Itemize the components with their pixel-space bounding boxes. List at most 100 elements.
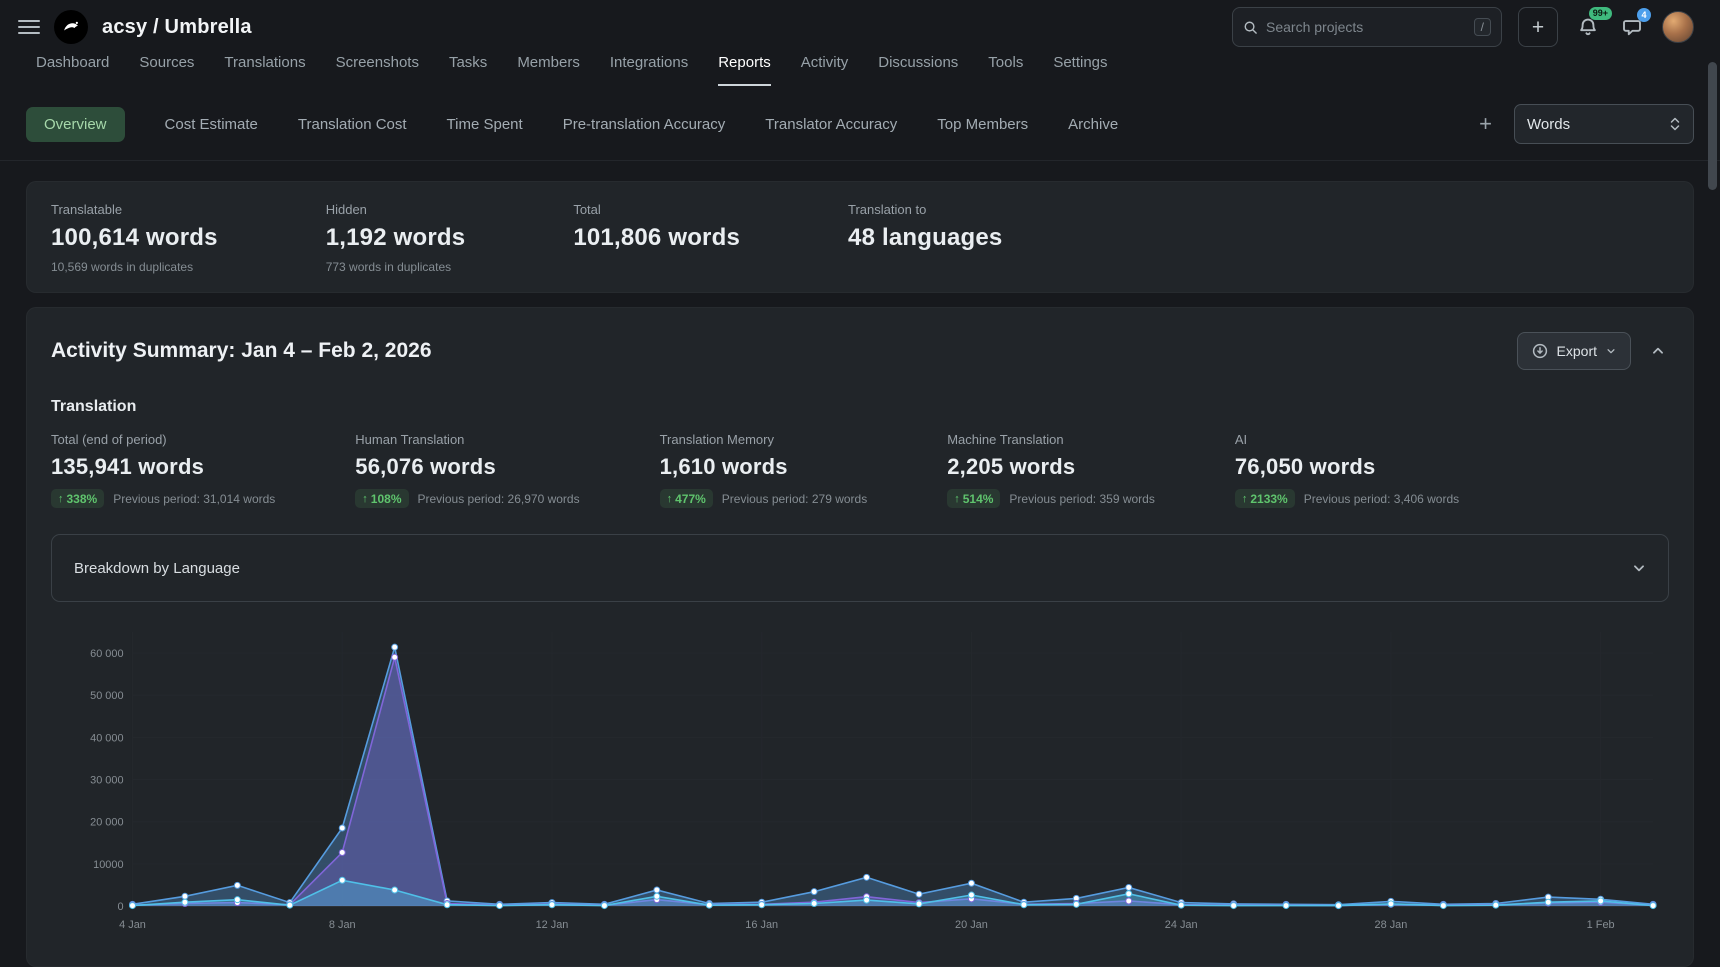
- breakdown-label: Breakdown by Language: [74, 560, 240, 577]
- previous-period-text: Previous period: 31,014 words: [113, 492, 275, 506]
- stat-label: Human Translation: [355, 432, 579, 447]
- svg-text:20 000: 20 000: [90, 817, 123, 829]
- subtab-archive[interactable]: Archive: [1068, 116, 1118, 133]
- tab-integrations[interactable]: Integrations: [610, 54, 688, 86]
- subtab-cost-estimate[interactable]: Cost Estimate: [165, 116, 258, 133]
- header-actions: / + 99+ 4: [1232, 7, 1694, 47]
- svg-text:20 Jan: 20 Jan: [955, 919, 988, 931]
- svg-text:16 Jan: 16 Jan: [745, 919, 778, 931]
- stat-value: 48 languages: [848, 224, 1002, 252]
- main-nav: Dashboard Sources Translations Screensho…: [0, 54, 1720, 94]
- scrollbar-thumb[interactable]: [1708, 62, 1717, 190]
- tab-activity[interactable]: Activity: [801, 54, 849, 86]
- svg-text:1 Feb: 1 Feb: [1587, 919, 1615, 931]
- user-avatar[interactable]: [1662, 11, 1694, 43]
- previous-period-text: Previous period: 359 words: [1009, 492, 1154, 506]
- export-button-label: Export: [1557, 343, 1597, 359]
- export-button[interactable]: Export: [1517, 332, 1631, 370]
- chevron-down-icon[interactable]: [1632, 561, 1646, 575]
- arrow-up-icon: ↑: [58, 493, 64, 505]
- activity-summary-card: Activity Summary: Jan 4 – Feb 2, 2026 Ex…: [26, 307, 1694, 967]
- subtab-overview[interactable]: Overview: [26, 107, 125, 142]
- hamburger-menu-icon[interactable]: [18, 16, 40, 38]
- stat-label: Translation to: [848, 202, 1002, 217]
- tab-settings[interactable]: Settings: [1053, 54, 1107, 86]
- notifications-count-badge: 99+: [1589, 7, 1612, 20]
- tab-discussions[interactable]: Discussions: [878, 54, 958, 86]
- stat-value: 135,941 words: [51, 454, 275, 480]
- translation-section-title: Translation: [51, 398, 1669, 416]
- previous-period-text: Previous period: 279 words: [722, 492, 867, 506]
- search-icon: [1243, 20, 1258, 35]
- subtab-translator-accuracy[interactable]: Translator Accuracy: [765, 116, 897, 133]
- svg-text:10000: 10000: [93, 859, 123, 871]
- activity-actions: Export: [1517, 332, 1669, 370]
- tab-reports[interactable]: Reports: [718, 54, 771, 86]
- subnav-right-controls: + Words: [1479, 104, 1694, 144]
- activity-chart: 01000020 00030 00040 00050 00060 0004 Ja…: [51, 618, 1669, 936]
- tab-tasks[interactable]: Tasks: [449, 54, 487, 86]
- unit-select-value: Words: [1527, 116, 1570, 133]
- stat-value: 76,050 words: [1235, 454, 1459, 480]
- previous-period-text: Previous period: 26,970 words: [418, 492, 580, 506]
- stat-hidden: Hidden 1,192 words 773 words in duplicat…: [326, 202, 466, 274]
- reports-sub-nav: Overview Cost Estimate Translation Cost …: [0, 94, 1720, 161]
- breakdown-by-language-panel[interactable]: Breakdown by Language: [51, 534, 1669, 602]
- subtab-top-members[interactable]: Top Members: [937, 116, 1028, 133]
- subtab-pre-translation-accuracy[interactable]: Pre-translation Accuracy: [563, 116, 726, 133]
- stat-label: AI: [1235, 432, 1459, 447]
- stat-translation-memory: Translation Memory 1,610 words ↑477% Pre…: [660, 432, 868, 508]
- subtab-time-spent[interactable]: Time Spent: [447, 116, 523, 133]
- chevron-down-icon: [1606, 346, 1616, 356]
- bell-icon: [1578, 17, 1598, 37]
- search-box: /: [1232, 7, 1502, 47]
- stat-machine-translation: Machine Translation 2,205 words ↑514% Pr…: [947, 432, 1155, 508]
- arrow-up-icon: ↑: [362, 493, 368, 505]
- crowdin-logo[interactable]: [54, 10, 88, 44]
- breadcrumb-project-title[interactable]: acsy / Umbrella: [102, 16, 252, 39]
- tab-tools[interactable]: Tools: [988, 54, 1023, 86]
- svg-text:12 Jan: 12 Jan: [536, 919, 569, 931]
- tab-screenshots[interactable]: Screenshots: [336, 54, 419, 86]
- scrollbar[interactable]: [1706, 0, 1720, 967]
- tab-members[interactable]: Members: [517, 54, 580, 86]
- add-report-button[interactable]: +: [1479, 113, 1492, 135]
- arrow-up-icon: ↑: [667, 493, 673, 505]
- stat-ai: AI 76,050 words ↑2133% Previous period: …: [1235, 432, 1459, 508]
- messages-count-badge: 4: [1637, 8, 1651, 22]
- stat-label: Translation Memory: [660, 432, 868, 447]
- activity-header: Activity Summary: Jan 4 – Feb 2, 2026 Ex…: [51, 332, 1669, 370]
- stat-label: Total: [573, 202, 740, 217]
- previous-period-text: Previous period: 3,406 words: [1304, 492, 1459, 506]
- messages-button[interactable]: 4: [1618, 13, 1646, 41]
- arrow-up-icon: ↑: [954, 493, 960, 505]
- notifications-button[interactable]: 99+: [1574, 13, 1602, 41]
- svg-text:28 Jan: 28 Jan: [1375, 919, 1408, 931]
- svg-text:40 000: 40 000: [90, 732, 123, 744]
- app-header: acsy / Umbrella / + 99+ 4: [0, 0, 1720, 54]
- collapse-section-button[interactable]: [1647, 340, 1669, 362]
- tab-sources[interactable]: Sources: [139, 54, 194, 86]
- stat-value: 101,806 words: [573, 224, 740, 252]
- subtab-translation-cost[interactable]: Translation Cost: [298, 116, 407, 133]
- search-input[interactable]: [1266, 19, 1466, 35]
- create-project-button[interactable]: +: [1518, 7, 1558, 47]
- tab-translations[interactable]: Translations: [224, 54, 305, 86]
- svg-text:30 000: 30 000: [90, 775, 123, 787]
- stat-value: 100,614 words: [51, 224, 218, 252]
- stat-sub: 10,569 words in duplicates: [51, 260, 218, 274]
- change-badge: ↑338%: [51, 489, 104, 508]
- download-icon: [1532, 343, 1548, 359]
- stat-value: 1,610 words: [660, 454, 868, 480]
- change-badge: ↑108%: [355, 489, 408, 508]
- svg-text:50 000: 50 000: [90, 690, 123, 702]
- unit-select-dropdown[interactable]: Words: [1514, 104, 1694, 144]
- stat-human-translation: Human Translation 56,076 words ↑108% Pre…: [355, 432, 579, 508]
- tab-dashboard[interactable]: Dashboard: [36, 54, 109, 86]
- stat-label: Machine Translation: [947, 432, 1155, 447]
- activity-chart-svg: 01000020 00030 00040 00050 00060 0004 Ja…: [51, 618, 1669, 936]
- stat-label: Hidden: [326, 202, 466, 217]
- search-shortcut-key: /: [1474, 18, 1491, 36]
- words-summary-card: Translatable 100,614 words 10,569 words …: [26, 181, 1694, 293]
- svg-text:60 000: 60 000: [90, 648, 123, 660]
